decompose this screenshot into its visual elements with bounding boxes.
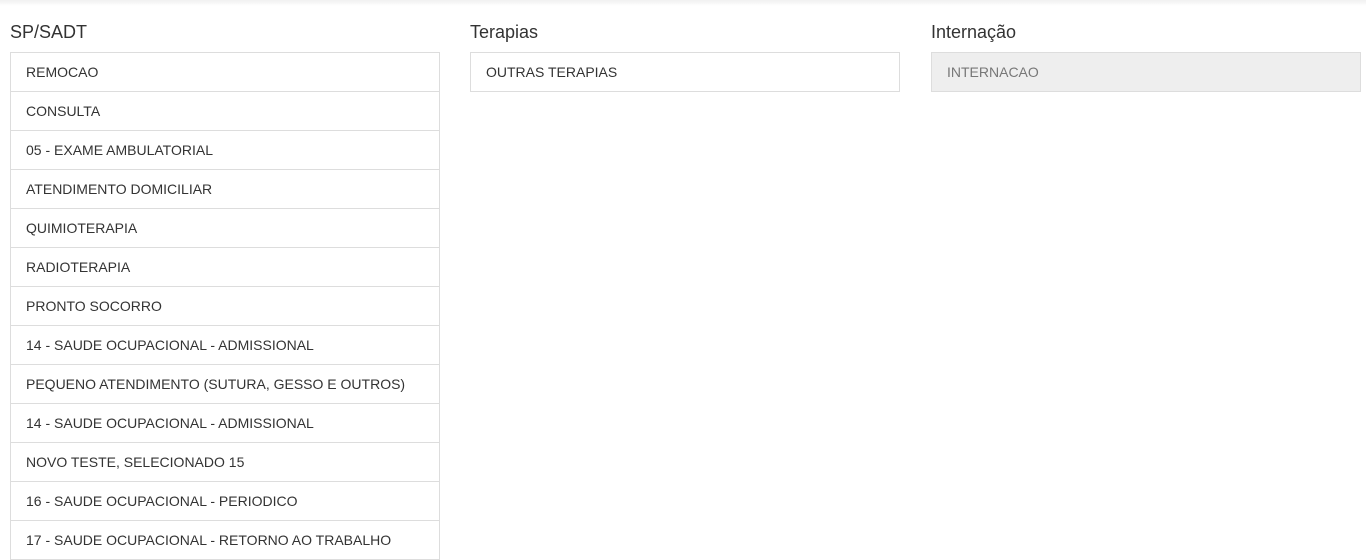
column-internacao: Internação INTERNACAO — [931, 20, 1361, 92]
column-terapias: Terapias OUTRAS TERAPIAS — [470, 20, 900, 92]
column-title-terapias: Terapias — [470, 22, 539, 42]
list-item-saude-ocupacional-periodico[interactable]: 16 - SAUDE OCUPACIONAL - PERIODICO — [11, 482, 439, 521]
column-title-internacao: Internação — [931, 22, 1017, 42]
list-item-radioterapia[interactable]: RADIOTERAPIA — [11, 248, 439, 287]
list-item-saude-ocupacional-retorno[interactable]: 17 - SAUDE OCUPACIONAL - RETORNO AO TRAB… — [11, 521, 439, 560]
list-item-exame-ambulatorial[interactable]: 05 - EXAME AMBULATORIAL — [11, 131, 439, 170]
list-item-saude-ocupacional-admissional[interactable]: 14 - SAUDE OCUPACIONAL - ADMISSIONAL — [11, 326, 439, 365]
list-item-outras-terapias[interactable]: OUTRAS TERAPIAS — [471, 53, 899, 92]
list-item-atendimento-domiciliar[interactable]: ATENDIMENTO DOMICILIAR — [11, 170, 439, 209]
list-item-pequeno-atendimento[interactable]: PEQUENO ATENDIMENTO (SUTURA, GESSO E OUT… — [11, 365, 439, 404]
list-item-novo-teste[interactable]: NOVO TESTE, SELECIONADO 15 — [11, 443, 439, 482]
list-terapias: OUTRAS TERAPIAS — [470, 52, 900, 92]
list-internacao: INTERNACAO — [931, 52, 1361, 92]
list-item-remocao[interactable]: REMOCAO — [11, 53, 439, 92]
column-sp-sadt: SP/SADT REMOCAO CONSULTA 05 - EXAME AMBU… — [10, 20, 440, 560]
top-shadow — [0, 0, 1366, 6]
list-item-consulta[interactable]: CONSULTA — [11, 92, 439, 131]
list-sp-sadt: REMOCAO CONSULTA 05 - EXAME AMBULATORIAL… — [10, 52, 440, 560]
column-title-sp-sadt: SP/SADT — [10, 22, 88, 42]
list-item-pronto-socorro[interactable]: PRONTO SOCORRO — [11, 287, 439, 326]
list-item-quimioterapia[interactable]: QUIMIOTERAPIA — [11, 209, 439, 248]
list-item-saude-ocupacional-admissional-2[interactable]: 14 - SAUDE OCUPACIONAL - ADMISSIONAL — [11, 404, 439, 443]
list-item-internacao: INTERNACAO — [932, 53, 1360, 92]
